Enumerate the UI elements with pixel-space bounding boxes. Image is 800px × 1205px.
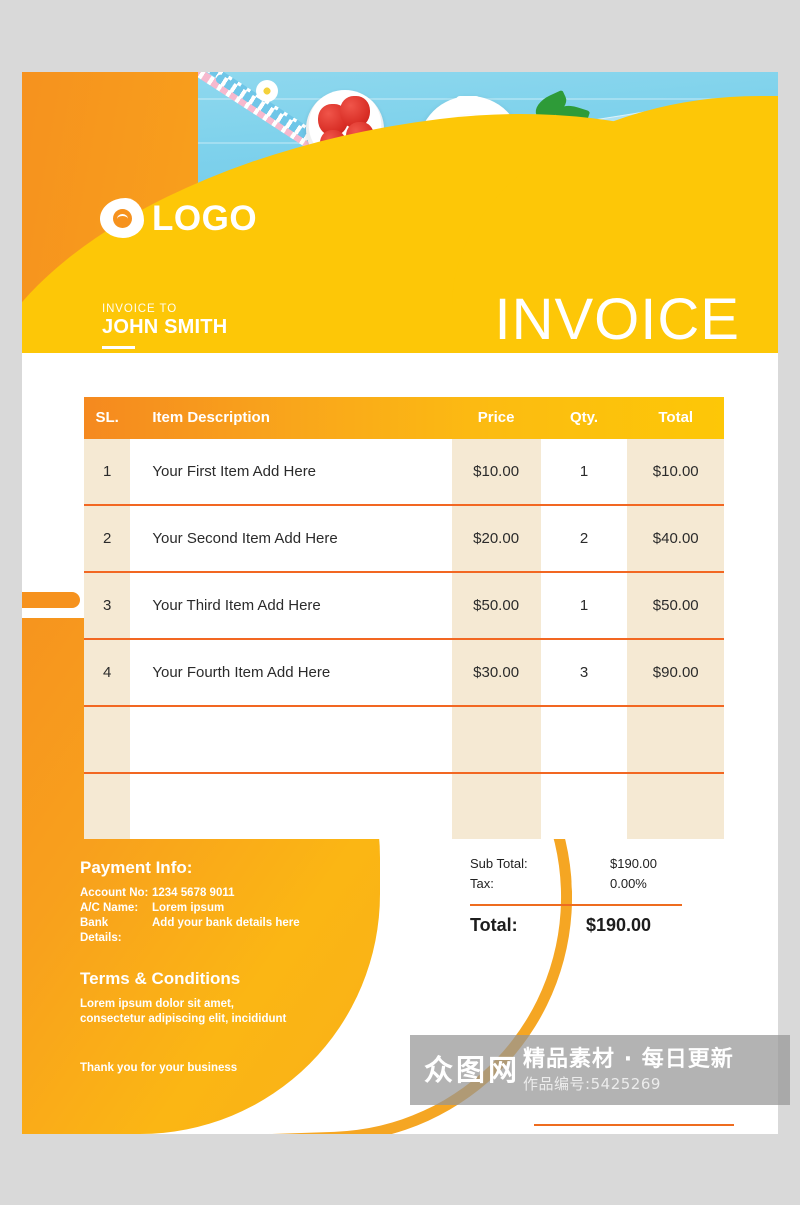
watermark-logo: 众 图 网: [424, 1053, 517, 1087]
cell-price: $30.00: [451, 640, 541, 705]
cell-total: [627, 707, 724, 772]
cell-sl: [84, 774, 131, 839]
invoice-header: LOGO INVOICE TO JOHN SMITH 123, Green Ci…: [22, 72, 778, 353]
account-no-label: Account No:: [80, 887, 149, 899]
grand-total-row: Total: $190.00: [470, 915, 682, 936]
cell-desc: Your First Item Add Here: [130, 439, 452, 504]
ac-name-value: Lorem ipsum: [152, 902, 225, 914]
cell-sl: 1: [84, 439, 131, 504]
watermark-logo-char-2: 图: [456, 1053, 486, 1087]
cup-handle: [456, 96, 480, 114]
account-no-row: Account No: 1234 5678 9011: [80, 886, 300, 901]
cell-qty: [540, 774, 628, 839]
cell-total: $90.00: [627, 640, 724, 705]
table-row: 4 Your Fourth Item Add Here $30.00 3 $90…: [84, 638, 724, 705]
items-table: SL. Item Description Price Qty. Total 1 …: [84, 397, 724, 839]
column-header-total: Total: [658, 409, 694, 426]
sub-total-label: Sub Total:: [470, 856, 528, 871]
terms-line1: Lorem ipsum dolor sit amet,: [80, 998, 234, 1010]
watermark-text: 精品素材 · 每日更新 作品编号:5425269: [523, 1047, 734, 1094]
logo-text: LOGO: [152, 198, 258, 238]
cell-qty: 1: [540, 439, 628, 504]
watermark-logo-char-3: 网: [488, 1053, 518, 1087]
cell-desc: [130, 707, 452, 772]
cell-desc: Your Third Item Add Here: [130, 573, 452, 638]
cell-price: $50.00: [451, 573, 541, 638]
terms-block: Terms & Conditions Lorem ipsum dolor sit…: [80, 969, 286, 1027]
cell-sl: [84, 707, 131, 772]
client-name: JOHN SMITH: [102, 316, 228, 338]
cell-sl: 3: [84, 573, 131, 638]
cell-qty: [540, 707, 628, 772]
table-header-row: SL. Item Description Price Qty. Total: [84, 397, 724, 439]
terms-line2: consectetur adipiscing elit, incididunt: [80, 1013, 287, 1025]
cell-total: $10.00: [627, 439, 724, 504]
divider: [102, 346, 135, 349]
terms-title: Terms & Conditions: [80, 969, 241, 988]
bank-details-row: Bank Details: Add your bank details here: [80, 916, 300, 946]
payment-info-block: Payment Info: Account No: 1234 5678 9011…: [80, 858, 300, 946]
grand-total-value: $190.00: [586, 915, 652, 935]
column-header-qty: Qty.: [569, 409, 599, 426]
watermark-tagline: 精品素材 · 每日更新: [523, 1046, 734, 1072]
cell-price: [451, 707, 541, 772]
table-row-empty: [84, 705, 724, 772]
decor-bar: [22, 592, 80, 608]
account-no-value: 1234 5678 9011: [152, 887, 235, 899]
cell-total: $50.00: [627, 573, 724, 638]
cell-desc: [130, 774, 452, 839]
cell-qty: 1: [540, 573, 628, 638]
cell-total: $40.00: [627, 506, 724, 571]
page-title: INVOICE: [494, 287, 740, 352]
invoice-to-label: INVOICE TO: [102, 303, 178, 315]
thank-you-text: Thank you for your business: [80, 1062, 238, 1074]
ac-name-row: A/C Name: Lorem ipsum: [80, 901, 300, 916]
cell-qty: 2: [540, 506, 628, 571]
cell-price: $20.00: [451, 506, 541, 571]
table-row: 3 Your Third Item Add Here $50.00 1 $50.…: [84, 571, 724, 638]
table-row-empty: [84, 772, 724, 839]
watermark-id: 作品编号:5425269: [523, 1074, 661, 1093]
fried-egg-icon: [100, 198, 144, 238]
cell-total: [627, 774, 724, 839]
cell-desc: Your Second Item Add Here: [130, 506, 452, 571]
column-header-desc: Item Description: [152, 409, 270, 426]
tax-label: Tax:: [470, 876, 494, 891]
cell-sl: 4: [84, 640, 131, 705]
logo[interactable]: LOGO: [100, 198, 257, 238]
invoice-to-block: INVOICE TO JOHN SMITH 123, Green City Pa…: [102, 303, 231, 353]
table-row: 2 Your Second Item Add Here $20.00 2 $40…: [84, 504, 724, 571]
sub-total-value: $190.00: [610, 856, 657, 871]
daisy-icon: [256, 80, 278, 102]
ac-name-label: A/C Name:: [80, 902, 139, 914]
sub-total-row: Sub Total: $190.00: [470, 854, 682, 874]
tax-value: 0.00%: [610, 876, 647, 891]
totals-divider: [470, 904, 682, 906]
watermark-logo-char-1: 众: [424, 1053, 454, 1087]
payment-info-title: Payment Info:: [80, 858, 193, 877]
tax-row: Tax: 0.00%: [470, 874, 682, 894]
signature-label: Authorised Sign: [534, 1132, 734, 1134]
cell-price: [451, 774, 541, 839]
invoice-page: LOGO INVOICE TO JOHN SMITH 123, Green Ci…: [22, 72, 778, 1134]
bank-details-label: Bank Details:: [80, 917, 122, 944]
totals-block: Sub Total: $190.00 Tax: 0.00% Total: $19…: [470, 854, 682, 936]
watermark: 众 图 网 精品素材 · 每日更新 作品编号:5425269: [410, 1035, 790, 1105]
table-row: 1 Your First Item Add Here $10.00 1 $10.…: [84, 439, 724, 504]
cell-price: $10.00: [451, 439, 541, 504]
grand-total-label: Total:: [470, 915, 518, 935]
column-header-sl: SL.: [95, 409, 119, 426]
column-header-price: Price: [477, 409, 515, 426]
signature-line: [534, 1124, 734, 1126]
cell-desc: Your Fourth Item Add Here: [130, 640, 452, 705]
cell-sl: 2: [84, 506, 131, 571]
bank-details-value: Add your bank details here: [152, 917, 300, 929]
cell-qty: 3: [540, 640, 628, 705]
signature-block: Authorised Sign: [534, 1124, 734, 1134]
